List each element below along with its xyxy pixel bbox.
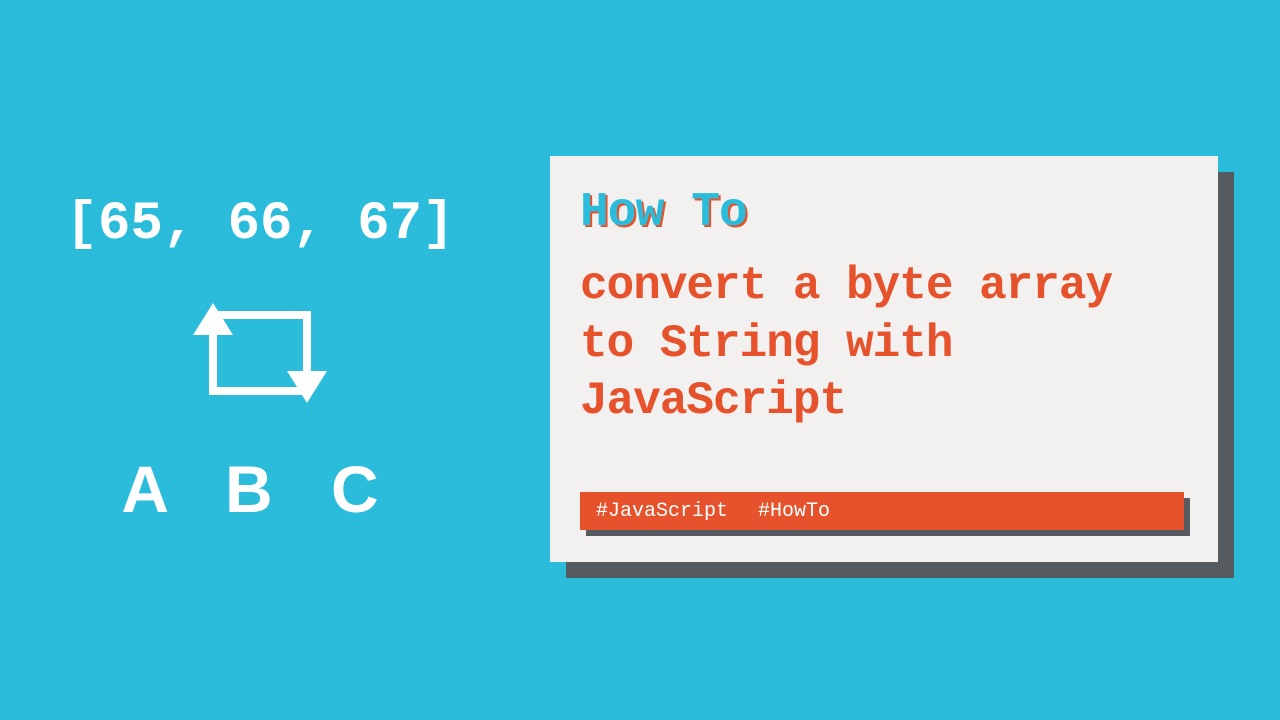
illustration-panel: [65, 66, 67] A B C: [0, 0, 520, 720]
category-label: How To: [580, 186, 1188, 240]
article-title: convert a byte array to String with Java…: [580, 258, 1188, 492]
tags-bar: #JavaScript #HowTo: [580, 492, 1188, 536]
byte-array-text: [65, 66, 67]: [66, 194, 455, 255]
convert-icon: [185, 293, 335, 413]
tags-row: #JavaScript #HowTo: [580, 492, 1184, 530]
tag-howto: #HowTo: [758, 500, 830, 523]
title-card: How To convert a byte array to String wi…: [550, 156, 1234, 578]
result-string: A B C: [121, 451, 398, 527]
tag-javascript: #JavaScript: [596, 500, 728, 523]
card-body: How To convert a byte array to String wi…: [550, 156, 1218, 562]
